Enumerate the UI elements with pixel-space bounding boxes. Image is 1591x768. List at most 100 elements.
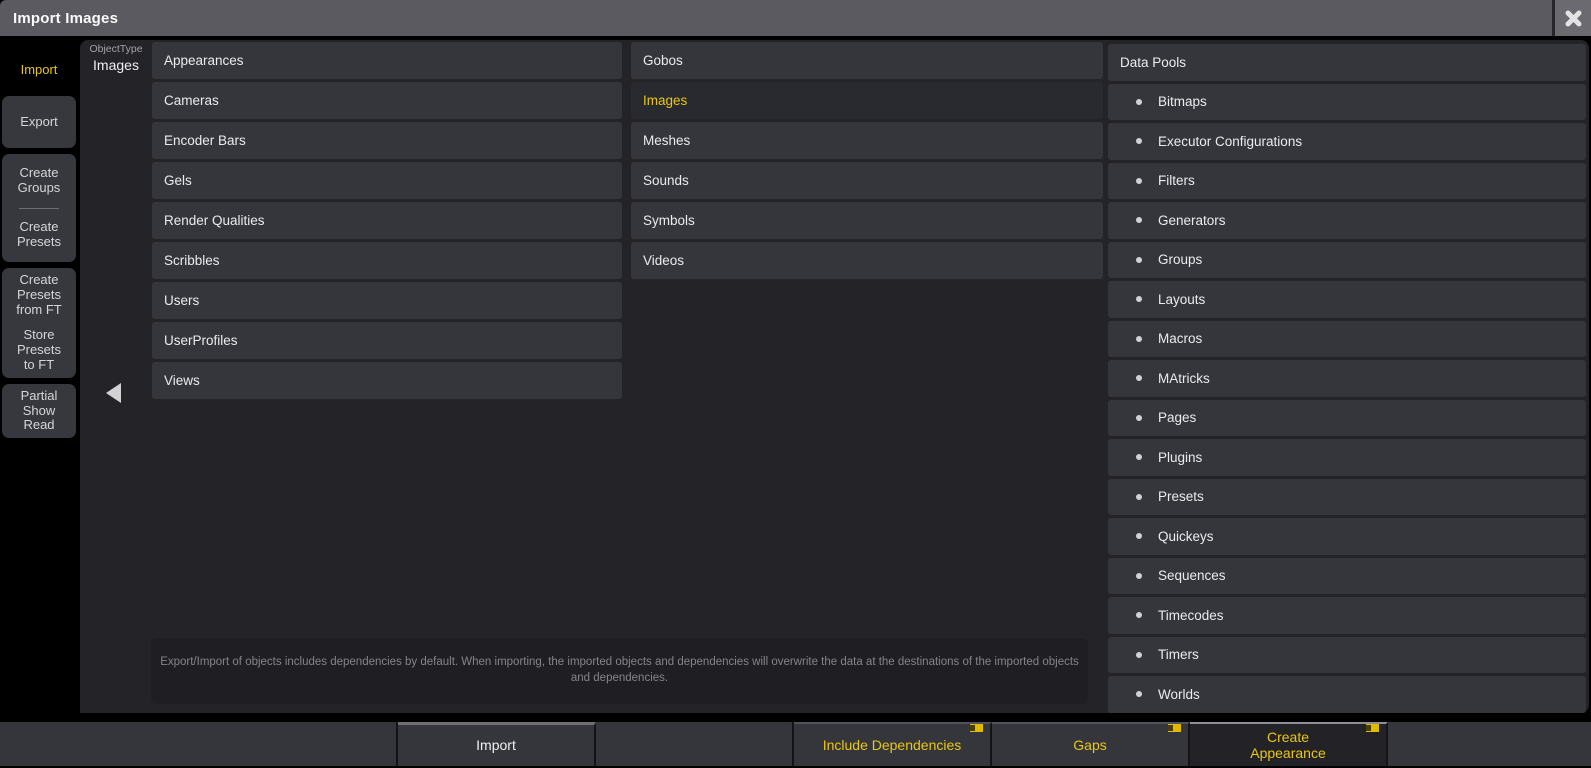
list-item[interactable]: Cameras <box>152 82 622 119</box>
bullet-icon <box>1136 494 1142 500</box>
object-type-list-left: Appearances Cameras Encoder Bars Gels Re… <box>152 42 622 399</box>
tabgroup-presets-ft: Create Presets from FT Store Presets to … <box>2 268 76 378</box>
list-item[interactable]: Sequences <box>1108 558 1586 595</box>
object-type-value: Images <box>80 57 152 73</box>
toggle-label: Include Dependencies <box>823 737 962 753</box>
swipe-indicator-icon <box>970 724 983 732</box>
toggle-label: Gaps <box>1073 737 1106 753</box>
import-button[interactable]: Import <box>398 722 596 766</box>
bullet-icon <box>1136 138 1142 144</box>
list-item[interactable]: Filters <box>1108 163 1586 200</box>
bullet-icon <box>1136 573 1142 579</box>
list-item-label: Presets <box>1158 489 1204 504</box>
close-button[interactable] <box>1552 0 1591 36</box>
bullet-icon <box>1136 336 1142 342</box>
bottom-bar-spacer <box>0 722 398 766</box>
list-item[interactable]: Plugins <box>1108 439 1586 476</box>
list-item-label: Timers <box>1158 647 1199 662</box>
list-item-selected[interactable]: Images <box>631 82 1103 119</box>
bullet-icon <box>1136 415 1142 421</box>
tab-store-presets-to-ft[interactable]: Store Presets to FT <box>2 323 76 378</box>
tab-import[interactable]: Import <box>2 48 76 92</box>
data-pools-list: Data Pools Bitmaps Executor Configuratio… <box>1108 44 1586 713</box>
list-item-label: Generators <box>1158 213 1226 228</box>
list-item[interactable]: Macros <box>1108 321 1586 358</box>
bullet-icon <box>1136 99 1142 105</box>
list-item[interactable]: Symbols <box>631 202 1103 239</box>
collapse-left-arrow-icon[interactable] <box>106 383 121 403</box>
list-item[interactable]: Worlds <box>1108 676 1586 713</box>
list-item[interactable]: Generators <box>1108 202 1586 239</box>
list-item[interactable]: Groups <box>1108 242 1586 279</box>
bullet-icon <box>1136 296 1142 302</box>
swipe-indicator-icon <box>1366 724 1379 732</box>
list-item[interactable]: Appearances <box>152 42 622 79</box>
dialog-body: ObjectType Images Appearances Cameras En… <box>80 40 1589 713</box>
swipe-indicator-icon <box>1168 724 1181 732</box>
list-item[interactable]: Timers <box>1108 637 1586 674</box>
window-title: Import Images <box>0 10 118 27</box>
list-item-label: Plugins <box>1158 450 1202 465</box>
list-item[interactable]: Pages <box>1108 400 1586 437</box>
titlebar[interactable]: Import Images <box>0 0 1591 36</box>
bullet-icon <box>1136 652 1142 658</box>
list-item-label: Worlds <box>1158 687 1200 702</box>
bullet-icon <box>1136 454 1142 460</box>
bullet-icon <box>1136 691 1142 697</box>
create-appearance-toggle[interactable]: Create Appearance <box>1190 722 1388 766</box>
bullet-icon <box>1136 217 1142 223</box>
list-item[interactable]: UserProfiles <box>152 322 622 359</box>
list-item-label: Timecodes <box>1158 608 1224 623</box>
gaps-toggle[interactable]: Gaps <box>992 722 1190 766</box>
list-item-label: Macros <box>1158 331 1202 346</box>
list-item[interactable]: Executor Configurations <box>1108 123 1586 160</box>
list-item[interactable]: Layouts <box>1108 281 1586 318</box>
list-item-label: Executor Configurations <box>1158 134 1302 149</box>
list-item[interactable]: MAtricks <box>1108 360 1586 397</box>
list-item[interactable]: Views <box>152 362 622 399</box>
list-item[interactable]: Bitmaps <box>1108 84 1586 121</box>
list-item-label: MAtricks <box>1158 371 1210 386</box>
list-item[interactable]: Timecodes <box>1108 597 1586 634</box>
list-item[interactable]: Gobos <box>631 42 1103 79</box>
list-item[interactable]: Sounds <box>631 162 1103 199</box>
list-item-label: Sequences <box>1158 568 1226 583</box>
toggle-label: Create Appearance <box>1250 729 1326 761</box>
data-pools-header[interactable]: Data Pools <box>1108 44 1586 81</box>
list-item[interactable]: Scribbles <box>152 242 622 279</box>
bottom-bar-spacer <box>1388 722 1591 766</box>
object-type-field[interactable]: ObjectType Images <box>80 40 152 88</box>
close-icon <box>1564 9 1583 28</box>
object-type-list-right: Gobos Images Meshes Sounds Symbols Video… <box>631 42 1103 279</box>
bullet-icon <box>1136 612 1142 618</box>
bullet-icon <box>1136 178 1142 184</box>
list-item-label: Layouts <box>1158 292 1205 307</box>
object-type-label: ObjectType <box>80 43 152 55</box>
tab-create-presets-from-ft[interactable]: Create Presets from FT <box>2 268 76 323</box>
list-item-label: Pages <box>1158 410 1196 425</box>
tabgroup-create: Create Groups Create Presets <box>2 154 76 262</box>
list-item-label: Bitmaps <box>1158 94 1207 109</box>
list-item-label: Quickeys <box>1158 529 1214 544</box>
list-item[interactable]: Gels <box>152 162 622 199</box>
tab-partial-show-read[interactable]: Partial Show Read <box>2 384 76 438</box>
list-item[interactable]: Encoder Bars <box>152 122 622 159</box>
bottom-bar-spacer <box>596 722 794 766</box>
dependencies-info-panel: Export/Import of objects includes depend… <box>151 638 1088 704</box>
include-dependencies-toggle[interactable]: Include Dependencies <box>794 722 992 766</box>
tab-export[interactable]: Export <box>2 96 76 148</box>
import-images-dialog: Import Images Import Export Create Group… <box>0 0 1591 768</box>
list-item[interactable]: Meshes <box>631 122 1103 159</box>
dependencies-info-text: Export/Import of objects includes depend… <box>151 655 1088 686</box>
list-item[interactable]: Videos <box>631 242 1103 279</box>
tab-create-groups[interactable]: Create Groups <box>2 154 76 208</box>
bullet-icon <box>1136 533 1142 539</box>
list-item[interactable]: Users <box>152 282 622 319</box>
list-item[interactable]: Presets <box>1108 479 1586 516</box>
list-item[interactable]: Quickeys <box>1108 518 1586 555</box>
tab-create-presets[interactable]: Create Presets <box>2 209 76 263</box>
bullet-icon <box>1136 375 1142 381</box>
bullet-icon <box>1136 257 1142 263</box>
list-item[interactable]: Render Qualities <box>152 202 622 239</box>
list-item-label: Groups <box>1158 252 1202 267</box>
